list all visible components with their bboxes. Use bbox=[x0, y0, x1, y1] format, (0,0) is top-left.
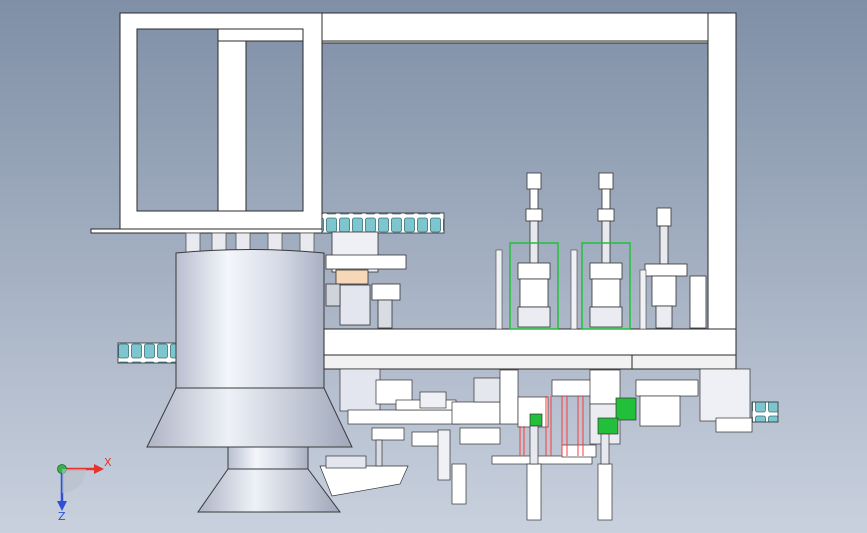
cad-viewport[interactable]: X Z bbox=[0, 0, 867, 533]
right-chain-conveyor bbox=[751, 401, 779, 423]
base-platform bbox=[323, 328, 737, 370]
axis-x-label: X bbox=[104, 456, 112, 469]
left-chain-conveyor bbox=[117, 342, 181, 364]
upper-chain-conveyor bbox=[321, 212, 445, 234]
axis-z-label: Z bbox=[58, 510, 66, 523]
